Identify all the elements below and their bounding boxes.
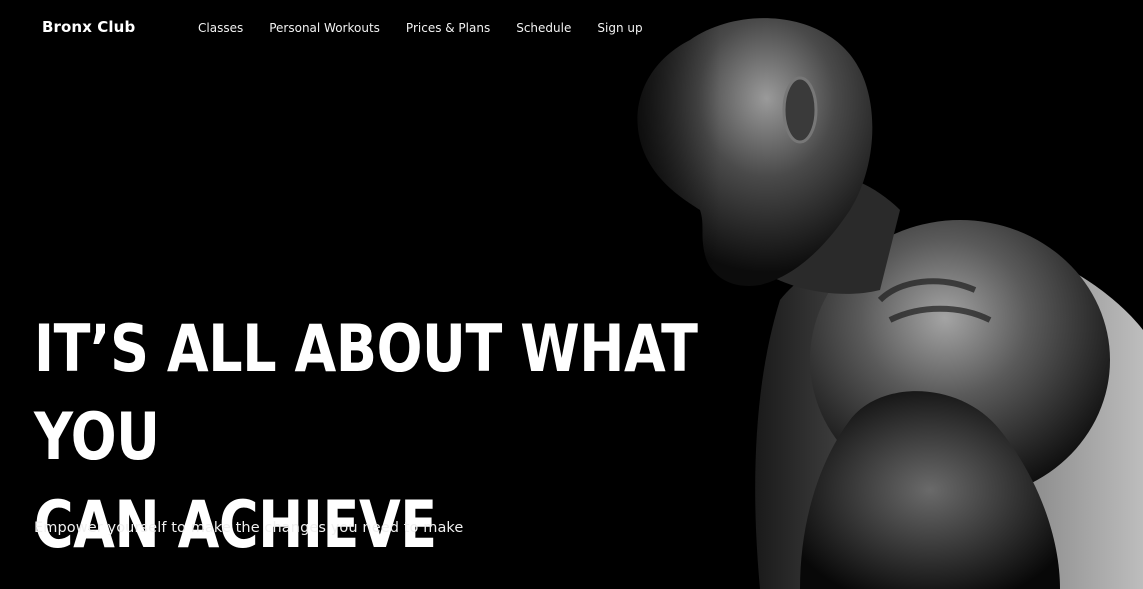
top-navigation: Bronx Club Classes Personal Workouts Pri… [0,0,1143,58]
nav-item-schedule[interactable]: Schedule [516,21,571,35]
hero-section: Bronx Club Classes Personal Workouts Pri… [0,0,1143,589]
nav-item-prices-plans[interactable]: Prices & Plans [406,21,490,35]
headline-line-1: IT’S ALL ABOUT WHAT YOU [34,312,698,475]
brand-logo[interactable]: Bronx Club [42,18,135,36]
nav-item-sign-up[interactable]: Sign up [597,21,642,35]
hero-tagline: Empower yourself to make the changes you… [34,520,464,536]
nav-item-classes[interactable]: Classes [198,21,243,35]
nav-menu: Classes Personal Workouts Prices & Plans… [198,21,669,35]
nav-item-personal-workouts[interactable]: Personal Workouts [269,21,380,35]
